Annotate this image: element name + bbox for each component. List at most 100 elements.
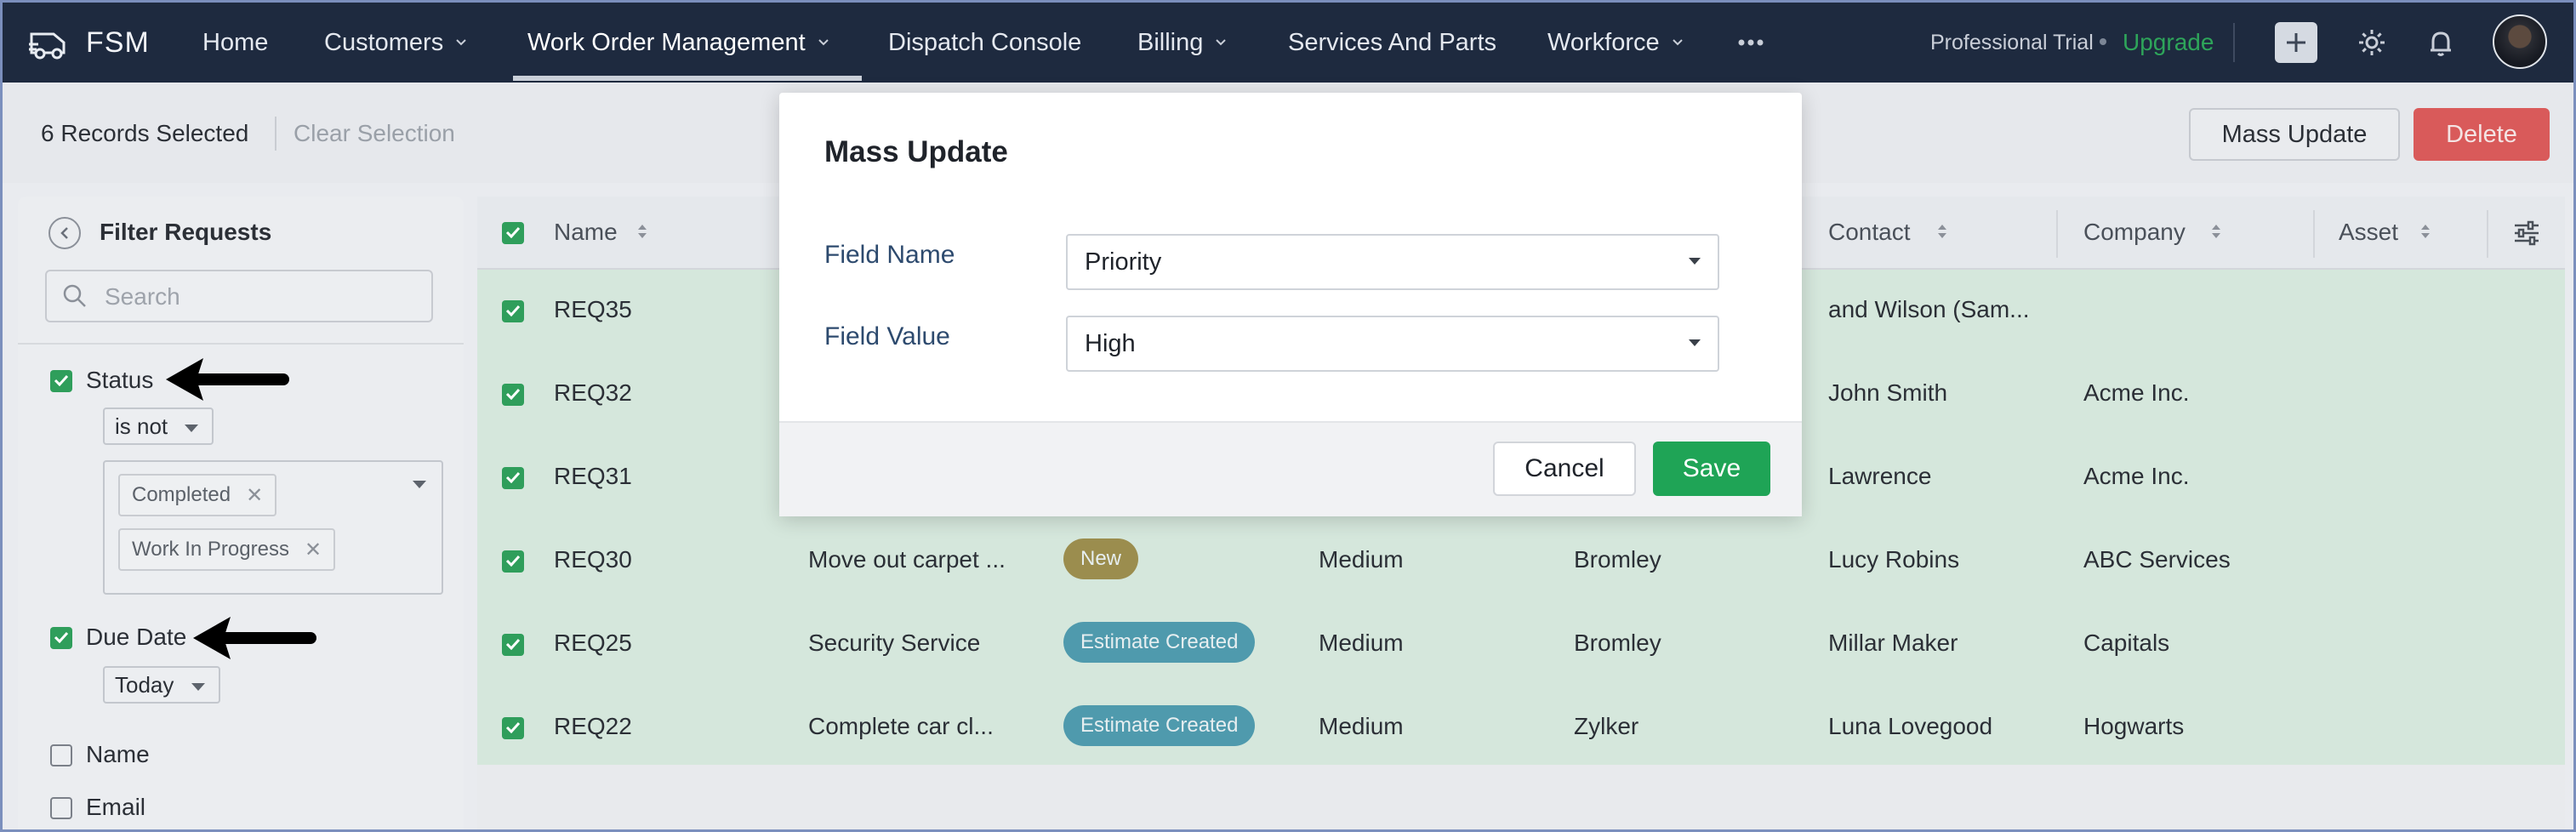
search-icon xyxy=(63,284,86,307)
quick-create-button[interactable] xyxy=(2275,22,2317,63)
nav-billing-label: Billing xyxy=(1137,28,1204,56)
save-button[interactable]: Save xyxy=(1653,442,1770,496)
mass-update-button[interactable]: Mass Update xyxy=(2189,108,2400,161)
delete-button[interactable]: Delete xyxy=(2414,108,2550,161)
filter-divider xyxy=(18,343,464,345)
chevron-left-icon xyxy=(60,227,68,239)
request-id[interactable]: REQ22 xyxy=(554,713,632,740)
request-id[interactable]: REQ25 xyxy=(554,630,632,657)
filter-search-placeholder: Search xyxy=(105,283,180,310)
plus-icon xyxy=(2287,33,2305,52)
app-window: FSM Home Customers Work Order Management… xyxy=(0,0,2576,832)
remove-tag-icon[interactable]: ✕ xyxy=(246,483,263,508)
email-checkbox[interactable] xyxy=(50,797,72,819)
nav-customers[interactable]: Customers xyxy=(324,3,467,83)
row-checkbox[interactable] xyxy=(502,384,524,406)
row-checkbox[interactable] xyxy=(502,467,524,489)
dialog-title: Mass Update xyxy=(824,135,1008,168)
email-filter-label: Email xyxy=(86,794,146,820)
table-row[interactable] xyxy=(477,603,2565,687)
status-operator-value: is not xyxy=(115,413,168,439)
name-checkbox[interactable] xyxy=(50,744,72,766)
filter-search-input[interactable] xyxy=(45,270,433,322)
due-date-checkbox[interactable] xyxy=(50,627,72,649)
column-header-contact[interactable]: Contact xyxy=(1828,219,1911,246)
more-horizontal-icon xyxy=(1738,39,1764,46)
request-id[interactable]: REQ31 xyxy=(554,463,632,490)
column-divider xyxy=(2313,210,2315,258)
field-value-label: Field Value xyxy=(824,322,950,350)
table-row[interactable] xyxy=(477,520,2565,603)
company-cell: Hogwarts xyxy=(2083,713,2185,739)
app-logo[interactable]: FSM xyxy=(26,3,150,83)
field-name-select[interactable]: Priority xyxy=(1066,234,1719,290)
nav-home[interactable]: Home xyxy=(202,3,268,83)
filter-back-button[interactable] xyxy=(48,217,81,249)
check-icon xyxy=(505,471,521,483)
bell-icon[interactable] xyxy=(2423,25,2459,60)
request-id[interactable]: REQ32 xyxy=(554,379,632,407)
field-value-select[interactable]: High xyxy=(1066,316,1719,372)
caret-down-icon xyxy=(1689,258,1701,265)
priority-cell: Medium xyxy=(1319,630,1404,656)
nav-dispatch-console[interactable]: Dispatch Console xyxy=(888,3,1081,83)
summary-cell: Complete car cl... xyxy=(808,713,994,739)
row-checkbox[interactable] xyxy=(502,717,524,739)
grid-footer xyxy=(477,765,2565,829)
check-icon xyxy=(505,721,521,733)
selected-count: 6 Records Selected xyxy=(41,120,249,146)
nav-dispatch-label: Dispatch Console xyxy=(888,28,1082,56)
check-icon xyxy=(505,388,521,400)
upgrade-link[interactable]: Upgrade xyxy=(2123,3,2214,83)
company-cell: Capitals xyxy=(2083,630,2170,656)
contact-cell: Lawrence xyxy=(1828,463,1932,489)
column-header-asset[interactable]: Asset xyxy=(2339,219,2398,246)
row-checkbox[interactable] xyxy=(502,550,524,573)
status-badge: Estimate Created xyxy=(1063,705,1256,746)
sort-icon[interactable] xyxy=(2419,222,2432,241)
row-checkbox[interactable] xyxy=(502,634,524,656)
cancel-button[interactable]: Cancel xyxy=(1493,442,1636,496)
column-header-name[interactable]: Name xyxy=(554,219,618,246)
caret-down-icon xyxy=(1689,339,1701,346)
request-id[interactable]: REQ30 xyxy=(554,546,632,573)
table-row[interactable] xyxy=(477,687,2565,770)
annotation-arrow xyxy=(193,617,316,659)
nav-work-order-management[interactable]: Work Order Management xyxy=(527,3,829,83)
clear-selection-link[interactable]: Clear Selection xyxy=(294,120,455,147)
check-icon xyxy=(505,638,521,650)
column-settings-icon[interactable] xyxy=(2512,219,2541,248)
field-name-label: Field Name xyxy=(824,241,955,269)
tag-label: Work In Progress xyxy=(132,538,289,561)
gear-icon[interactable] xyxy=(2354,25,2390,60)
chevron-down-icon xyxy=(456,39,466,46)
nav-workforce[interactable]: Workforce xyxy=(1547,3,1684,83)
user-avatar[interactable] xyxy=(2493,14,2547,69)
nav-services-and-parts[interactable]: Services And Parts xyxy=(1288,3,1496,83)
sort-icon[interactable] xyxy=(2209,222,2223,241)
sort-icon[interactable] xyxy=(1935,222,1949,241)
caret-down-icon xyxy=(413,481,426,488)
trial-label: Professional Trial xyxy=(1930,30,2094,54)
column-divider xyxy=(2056,210,2058,258)
status-badge: Estimate Created xyxy=(1063,622,1256,663)
separator-dot xyxy=(2100,38,2106,45)
nav-divider xyxy=(2233,23,2235,62)
nav-services-label: Services And Parts xyxy=(1288,28,1496,56)
nav-billing[interactable]: Billing xyxy=(1137,3,1227,83)
tag-completed: Completed ✕ xyxy=(118,474,277,516)
contact-cell: and Wilson (Sam... xyxy=(1828,296,2030,322)
row-checkbox[interactable] xyxy=(502,300,524,322)
request-id[interactable]: REQ35 xyxy=(554,296,632,323)
status-filter-label: Status xyxy=(86,367,154,393)
remove-tag-icon[interactable]: ✕ xyxy=(305,538,322,562)
chevron-down-icon xyxy=(1672,39,1683,46)
nav-more-button[interactable] xyxy=(1738,3,1764,83)
select-all-checkbox[interactable] xyxy=(502,222,524,244)
tag-label: Completed xyxy=(132,483,231,506)
van-icon xyxy=(29,32,66,60)
column-header-company[interactable]: Company xyxy=(2083,219,2186,246)
status-checkbox[interactable] xyxy=(50,370,72,392)
contact-cell: Luna Lovegood xyxy=(1828,713,1993,739)
sort-icon[interactable] xyxy=(635,222,649,241)
